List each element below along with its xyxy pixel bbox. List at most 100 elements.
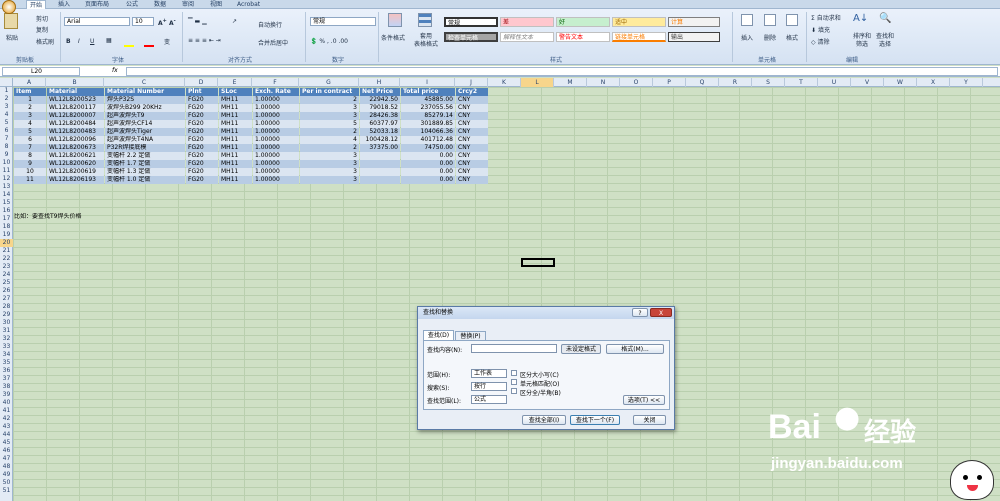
- table-cell[interactable]: 5: [14, 128, 46, 136]
- table-cell[interactable]: [360, 152, 400, 160]
- column-header[interactable]: W: [884, 78, 917, 87]
- table-cell[interactable]: 74750.00: [401, 144, 455, 152]
- column-header[interactable]: Q: [686, 78, 719, 87]
- column-header[interactable]: B: [46, 78, 104, 87]
- row-header[interactable]: 45: [0, 439, 13, 447]
- table-cell[interactable]: 变幅杆 1.0 定做: [105, 176, 185, 184]
- note-cell[interactable]: 比如：要查找T9焊头价格: [14, 213, 214, 221]
- style-normal[interactable]: 常规: [444, 17, 498, 27]
- table-cell[interactable]: MH11: [219, 128, 252, 136]
- scope-select[interactable]: 工作表: [471, 369, 507, 378]
- underline-icon[interactable]: U: [90, 38, 94, 45]
- table-cell[interactable]: 237055.56: [401, 104, 455, 112]
- table-cell[interactable]: WL12L8200523: [47, 96, 104, 104]
- column-header[interactable]: V: [851, 78, 884, 87]
- row-header[interactable]: 44: [0, 431, 13, 439]
- style-warning[interactable]: 警告文本: [556, 32, 610, 42]
- table-cell[interactable]: 焊头P32S: [105, 96, 185, 104]
- table-cell[interactable]: WL12L8206193: [47, 176, 104, 184]
- copy-button[interactable]: 复制: [36, 25, 48, 34]
- table-header[interactable]: Material: [47, 88, 104, 96]
- row-header[interactable]: 16: [0, 207, 13, 215]
- table-cell[interactable]: 9: [14, 160, 46, 168]
- table-cell[interactable]: 85279.14: [401, 112, 455, 120]
- italic-icon[interactable]: I: [78, 38, 80, 45]
- office-button[interactable]: [2, 0, 16, 14]
- column-header[interactable]: F: [252, 78, 299, 87]
- column-header[interactable]: E: [218, 78, 252, 87]
- column-header[interactable]: C: [104, 78, 185, 87]
- table-header[interactable]: Plnt: [186, 88, 218, 96]
- row-header[interactable]: 26: [0, 287, 13, 295]
- table-cell[interactable]: 超声波焊头T9: [105, 112, 185, 120]
- table-header[interactable]: Material Number: [105, 88, 185, 96]
- table-cell[interactable]: WL12L8200096: [47, 136, 104, 144]
- row-header[interactable]: 40: [0, 399, 13, 407]
- table-cell[interactable]: 52033.18: [360, 128, 400, 136]
- row-header[interactable]: 47: [0, 455, 13, 463]
- table-cell[interactable]: 1: [14, 96, 46, 104]
- table-cell[interactable]: MH11: [219, 136, 252, 144]
- font-color-icon[interactable]: [144, 45, 154, 47]
- table-cell[interactable]: [360, 160, 400, 168]
- select-all-corner[interactable]: [0, 78, 13, 87]
- style-linked-cell[interactable]: 链接单元格: [612, 32, 666, 42]
- table-cell[interactable]: FG20: [186, 96, 218, 104]
- row-header[interactable]: 14: [0, 191, 13, 199]
- row-header[interactable]: 35: [0, 359, 13, 367]
- table-cell[interactable]: CNY: [456, 136, 488, 144]
- table-cell[interactable]: 7: [14, 144, 46, 152]
- table-cell[interactable]: FG20: [186, 160, 218, 168]
- table-cell[interactable]: 2: [14, 104, 46, 112]
- table-cell[interactable]: 1.00000: [253, 176, 299, 184]
- find-select-icon[interactable]: 🔍: [879, 13, 891, 24]
- tab-data[interactable]: 数据: [154, 0, 166, 9]
- table-cell[interactable]: FG20: [186, 152, 218, 160]
- table-cell[interactable]: WL12L8200619: [47, 168, 104, 176]
- table-cell[interactable]: CNY: [456, 168, 488, 176]
- style-calculation[interactable]: 计算: [668, 17, 720, 27]
- row-header[interactable]: 36: [0, 367, 13, 375]
- table-cell[interactable]: CNY: [456, 104, 488, 112]
- table-cell[interactable]: CNY: [456, 128, 488, 136]
- table-header[interactable]: Net Price: [360, 88, 400, 96]
- table-cell[interactable]: WL12L8200673: [47, 144, 104, 152]
- clear-button[interactable]: ◇ 清除: [811, 37, 830, 46]
- table-cell[interactable]: 1.00000: [253, 168, 299, 176]
- tab-find[interactable]: 查找(D): [423, 330, 454, 340]
- column-header[interactable]: D: [185, 78, 218, 87]
- row-header[interactable]: 31: [0, 327, 13, 335]
- table-cell[interactable]: 37375.00: [360, 144, 400, 152]
- table-cell[interactable]: 4: [14, 120, 46, 128]
- table-cell[interactable]: MH11: [219, 96, 252, 104]
- table-cell[interactable]: [360, 176, 400, 184]
- paste-button[interactable]: [4, 13, 18, 29]
- tab-insert[interactable]: 插入: [58, 0, 70, 9]
- table-cell[interactable]: 3: [300, 112, 359, 120]
- table-cell[interactable]: 3: [300, 168, 359, 176]
- row-header[interactable]: 34: [0, 351, 13, 359]
- row-header[interactable]: 43: [0, 423, 13, 431]
- tab-view[interactable]: 视图: [210, 0, 222, 9]
- table-header[interactable]: Item: [14, 88, 46, 96]
- table-cell[interactable]: 0.00: [401, 160, 455, 168]
- wrap-text-button[interactable]: 自动换行: [258, 20, 282, 29]
- table-format-icon[interactable]: [418, 13, 432, 27]
- row-header[interactable]: 6: [0, 127, 13, 135]
- sort-filter-button[interactable]: A↓: [853, 13, 868, 24]
- match-cell-checkbox[interactable]: [511, 379, 517, 385]
- row-header[interactable]: 5: [0, 119, 13, 127]
- find-next-button[interactable]: 查找下一个(F): [570, 415, 620, 425]
- conditional-format-button[interactable]: 条件格式: [381, 33, 405, 42]
- sort-filter-label[interactable]: 排序和 筛选: [853, 33, 871, 49]
- table-cell[interactable]: FG20: [186, 144, 218, 152]
- table-cell[interactable]: 超声波焊头T4NA: [105, 136, 185, 144]
- grow-font-icon[interactable]: A+ A-: [158, 18, 176, 27]
- column-header[interactable]: U: [818, 78, 851, 87]
- tab-review[interactable]: 审阅: [182, 0, 194, 9]
- table-cell[interactable]: WL12L8200483: [47, 128, 104, 136]
- table-cell[interactable]: 6: [14, 136, 46, 144]
- table-cell[interactable]: 1.00000: [253, 96, 299, 104]
- tab-replace[interactable]: 替换(P): [455, 331, 486, 340]
- table-cell[interactable]: 401712.48: [401, 136, 455, 144]
